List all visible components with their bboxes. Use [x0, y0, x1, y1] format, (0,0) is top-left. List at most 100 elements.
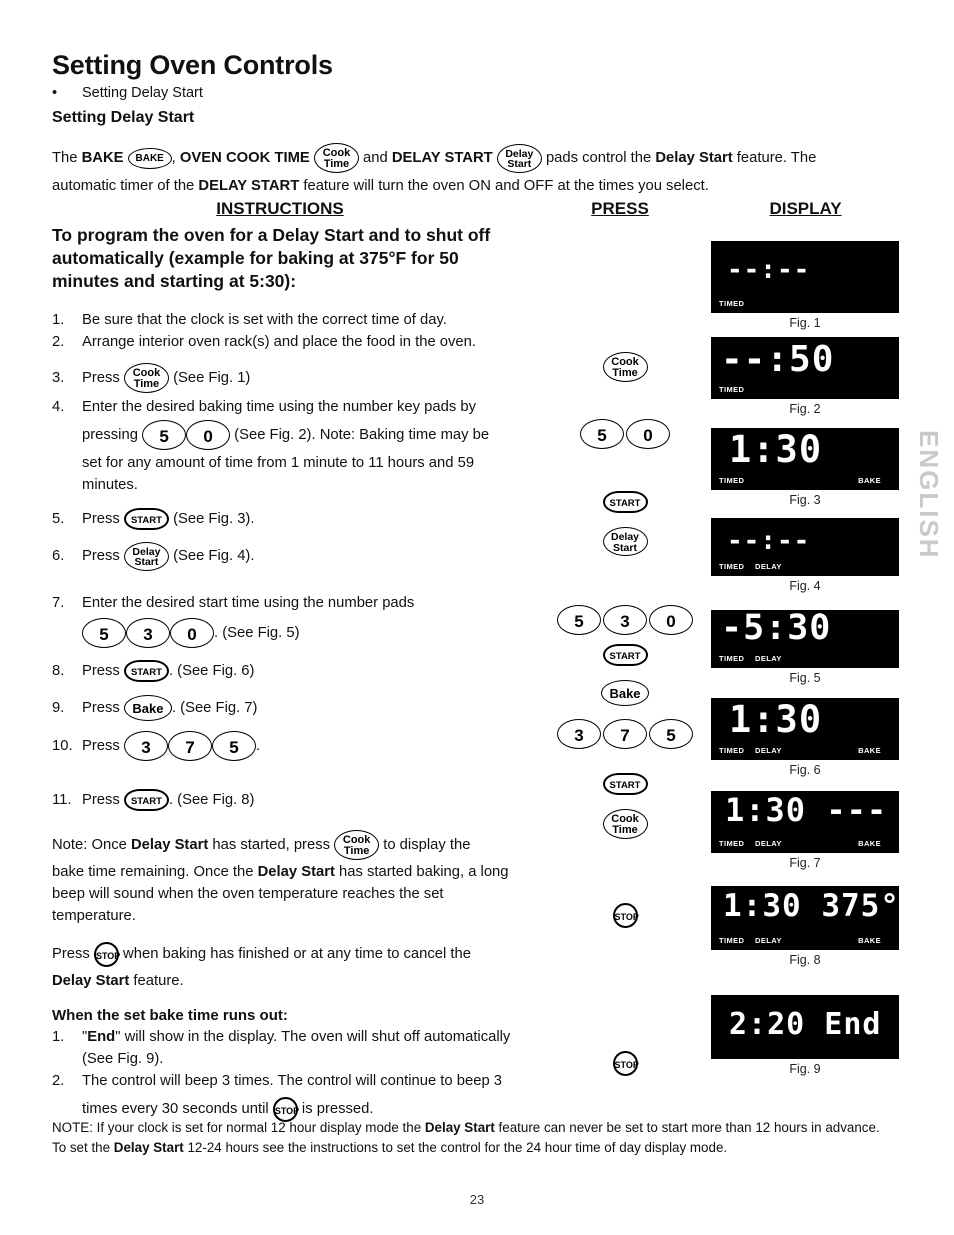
figure-7: 1:30 --- TIMED DELAY BAKE Fig. 7 — [711, 791, 899, 870]
page-number: 23 — [469, 1192, 485, 1207]
figure-8: 1:30 375° TIMED DELAY BAKE Fig. 8 — [711, 886, 899, 967]
step-3-body: Press Cook Time (See Fig. 1) — [82, 363, 522, 394]
figure-caption: Fig. 9 — [789, 1062, 821, 1076]
number-pad-5-icon: 5 — [211, 731, 256, 762]
number-pad-5-icon[interactable]: 5 — [649, 719, 693, 749]
figure-caption: Fig. 2 — [789, 402, 821, 416]
cancel-line2: Delay Start feature. — [52, 969, 522, 993]
figure-caption: Fig. 1 — [789, 316, 821, 330]
delay-pad-label-line2: Start — [507, 158, 532, 171]
lcd-main-value: 1:30 --- — [725, 791, 888, 829]
number-pad-3-label: 3 — [620, 612, 630, 631]
start-pad-icon[interactable]: START — [602, 491, 648, 513]
step-1: 1. Be sure that the clock is set with th… — [52, 309, 522, 331]
step-11-number: 11. — [52, 792, 72, 809]
instructions-column: To program the oven for a Delay Start an… — [52, 224, 522, 1126]
cancel-note: Press STOP when baking has finished or a… — [52, 939, 522, 993]
lcd-main-value: 1:30 — [729, 428, 823, 471]
stop-pad-icon[interactable]: STOP — [612, 1051, 639, 1076]
step-3-text-b: (See Fig. 1) — [173, 370, 251, 386]
number-pad-0-icon[interactable]: 0 — [649, 605, 693, 635]
cook-time-note: Note: Once Delay Start has started, pres… — [52, 829, 522, 927]
number-pad-5-icon[interactable]: 5 — [580, 419, 624, 449]
number-pad-0-icon: 0 — [186, 420, 231, 451]
step-7-body: Enter the desired start time using the n… — [82, 592, 522, 652]
cancel-text-b: when baking has finished or at any time … — [118, 946, 471, 963]
step-6-number: 6. — [52, 548, 65, 565]
cook-time-pad-icon: Cook Time — [123, 363, 169, 394]
intro-text-h: DELAY START — [198, 178, 300, 194]
bake-pad-icon: Bake — [123, 695, 172, 722]
lcd-main-value: 2:20 End — [729, 1007, 882, 1042]
stop-pad-icon[interactable]: STOP — [612, 903, 639, 928]
lcd-main-value: --:-- — [727, 255, 811, 285]
language-side-tab: ENGLISH — [914, 430, 944, 560]
note-text-f: Delay Start — [257, 864, 335, 881]
start-pad-icon[interactable]: START — [602, 773, 648, 795]
lcd-display: --:50 TIMED — [711, 337, 899, 399]
note-text-d: to display the — [379, 837, 471, 854]
number-pad-3-label: 3 — [141, 738, 151, 758]
footer-note-d: Delay Start — [113, 1139, 184, 1155]
figure-9: 2:20 End Fig. 9 — [711, 995, 899, 1076]
step-4-number: 4. — [52, 399, 65, 416]
start-pad-label: START — [130, 796, 162, 808]
runout-1-body: "End" will show in the display. The oven… — [82, 1026, 522, 1070]
number-pad-3-icon[interactable]: 3 — [557, 719, 601, 749]
number-pad-5-label: 5 — [229, 738, 239, 758]
number-pad-5-label: 5 — [666, 726, 676, 745]
step-11: 11. Press START . (See Fig. 8) — [52, 785, 522, 815]
step-9: 9. Press Bake . (See Fig. 7) — [52, 692, 522, 724]
instructions-lead: To program the oven for a Delay Start an… — [52, 225, 491, 291]
number-pad-0-icon[interactable]: 0 — [626, 419, 670, 449]
press-row-375: 3 7 5 — [540, 719, 710, 749]
number-pad-3-icon: 3 — [126, 618, 170, 649]
start-pad-icon: START — [123, 660, 169, 683]
step-10-body: Press 3 7 5. — [82, 729, 522, 763]
step-4-text-d: set for any amount of time from 1 minute… — [82, 455, 475, 494]
lcd-indicator-timed: TIMED — [719, 654, 745, 663]
step-3: 3. Press Cook Time (See Fig. 1) — [52, 363, 522, 394]
delay-start-pad-icon[interactable]: Delay Start — [602, 527, 648, 556]
step-4-text-a: Enter the desired baking time using the … — [82, 399, 476, 416]
cook-pad-label-line2: Time — [612, 824, 638, 837]
start-pad-icon[interactable]: START — [602, 644, 648, 666]
stop-pad-label: STOP — [614, 1060, 639, 1070]
step-6-text-a: Press — [82, 548, 124, 565]
number-pad-0-label: 0 — [203, 427, 213, 447]
lcd-indicator-bake: BAKE — [858, 936, 881, 945]
number-pad-5-icon[interactable]: 5 — [557, 605, 601, 635]
cook-time-pad-icon[interactable]: Cook Time — [602, 352, 648, 382]
lcd-display: --:-- TIMED DELAY — [711, 518, 899, 576]
number-pad-3-icon[interactable]: 3 — [603, 605, 647, 635]
number-pad-0-label: 0 — [187, 625, 197, 645]
note-text-e: bake time remaining. Once the — [52, 864, 258, 881]
step-5-text-a: Press — [82, 511, 124, 528]
step-2-text: Arrange interior oven rack(s) and place … — [82, 334, 476, 350]
press-row-start-3: START — [540, 773, 710, 795]
step-7-text-b: . (See Fig. 5) — [214, 625, 300, 642]
cook-time-pad-icon[interactable]: Cook Time — [602, 809, 648, 839]
number-pad-3-label: 3 — [574, 726, 584, 745]
figure-caption: Fig. 7 — [789, 856, 821, 870]
number-pad-5-label: 5 — [159, 427, 169, 447]
lcd-indicator-delay: DELAY — [755, 746, 782, 755]
figure-caption: Fig. 5 — [789, 671, 821, 685]
press-row-cook-time-2: Cook Time — [540, 809, 710, 839]
stop-pad-label: STOP — [614, 912, 639, 922]
step-2-number: 2. — [52, 334, 65, 350]
figure-2: --:50 TIMED Fig. 2 — [711, 337, 899, 416]
lcd-indicator-bake: BAKE — [858, 746, 881, 755]
number-pad-3-icon: 3 — [123, 731, 168, 762]
cancel-text-d: feature. — [129, 973, 184, 990]
number-pad-7-icon[interactable]: 7 — [603, 719, 647, 749]
step-4: 4. Enter the desired baking time using t… — [52, 396, 522, 496]
bake-pad-label: BAKE — [135, 152, 164, 164]
step-1-text: Be sure that the clock is set with the c… — [82, 312, 447, 328]
runout-2-text-c: is pressed. — [297, 1101, 374, 1118]
footer-note-e: 12-24 hours see the instructions to set … — [183, 1139, 728, 1155]
page-title: Setting Oven Controls — [52, 50, 333, 80]
lcd-display: --:-- TIMED — [711, 241, 899, 313]
intro-cook-label: OVEN COOK TIME — [179, 149, 310, 166]
bake-pad-icon[interactable]: Bake — [601, 680, 649, 706]
